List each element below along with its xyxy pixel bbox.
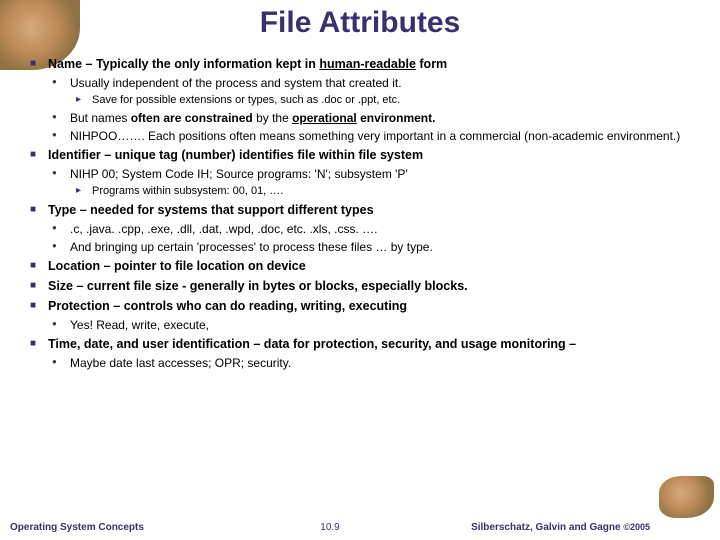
list-item: Usually independent of the process and s… <box>48 75 700 108</box>
slide-content: Name – Typically the only information ke… <box>0 56 720 510</box>
list-item: Yes! Read, write, execute, <box>48 317 700 333</box>
list-item: Save for possible extensions or types, s… <box>70 93 700 108</box>
footer-left: Operating System Concepts <box>10 522 320 533</box>
footer-right: Silberschatz, Galvin and Gagne ©2005 <box>340 522 710 533</box>
list-item: Location – pointer to file location on d… <box>30 258 700 275</box>
list-item: Time, date, and user identification – da… <box>30 336 700 371</box>
list-item: NIHP 00; System Code IH; Source programs… <box>48 166 700 199</box>
list-item: And bringing up certain 'processes' to p… <box>48 239 700 255</box>
list-item: Programs within subsystem: 00, 01, …. <box>70 184 700 199</box>
list-item: But names often are constrained by the o… <box>48 110 700 126</box>
slide-title: File Attributes <box>0 0 720 40</box>
slide-number: 10.9 <box>320 522 339 533</box>
list-item: Protection – controls who can do reading… <box>30 298 700 333</box>
list-item: Type – needed for systems that support d… <box>30 202 700 255</box>
list-item: NIHPOO……. Each positions often means som… <box>48 128 700 144</box>
list-item: .c, .java. .cpp, .exe, .dll, .dat, .wpd,… <box>48 221 700 237</box>
list-item: Name – Typically the only information ke… <box>30 56 700 144</box>
list-item: Size – current file size - generally in … <box>30 278 700 295</box>
slide-footer: Operating System Concepts 10.9 Silbersch… <box>0 514 720 540</box>
list-item: Maybe date last accesses; OPR; security. <box>48 355 700 371</box>
list-item: Identifier – unique tag (number) identif… <box>30 147 700 199</box>
